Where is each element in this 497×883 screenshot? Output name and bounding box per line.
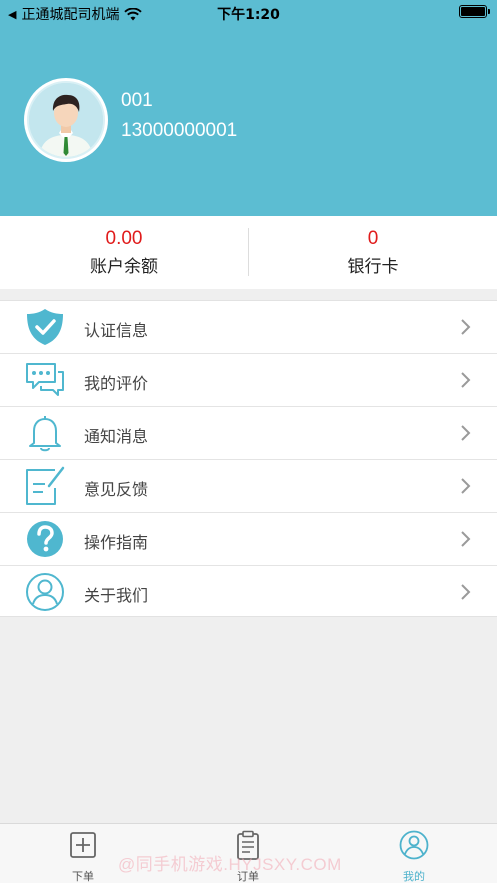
avatar[interactable] <box>24 78 108 162</box>
menu-item-certification[interactable]: 认证信息 <box>0 301 497 354</box>
menu-label: 认证信息 <box>84 321 149 340</box>
tab-label: 我的 <box>403 870 425 883</box>
menu-label: 意见反馈 <box>84 480 149 499</box>
menu-label: 我的评价 <box>84 374 149 393</box>
menu-item-notifications[interactable]: 通知消息 <box>0 407 497 460</box>
account-balance-label: 账户余额 <box>90 257 158 277</box>
tab-mine[interactable]: 我的 <box>374 830 454 883</box>
chevron-right-icon <box>461 425 471 441</box>
feedback-edit-icon <box>26 466 65 505</box>
chat-bubbles-icon <box>26 363 64 396</box>
menu-item-about-us[interactable]: 关于我们 <box>0 566 497 619</box>
avatar-person-icon <box>29 83 103 157</box>
user-name: 001 <box>121 90 153 111</box>
account-stats: 0.00 账户余额 0 银行卡 <box>0 216 497 289</box>
account-balance-value: 0.00 <box>105 228 143 249</box>
tab-order-create[interactable]: 下单 <box>43 830 123 883</box>
profile-header: ◀ 正通城配司机端 下午1:20 001 13000000001 <box>0 0 497 216</box>
plus-square-icon <box>70 832 96 858</box>
watermark-text: @同手机游戏.HYJSXY.COM <box>118 855 342 874</box>
tab-label: 下单 <box>72 870 94 883</box>
shield-check-icon <box>27 309 63 345</box>
chevron-right-icon <box>461 372 471 388</box>
user-phone: 13000000001 <box>121 120 238 141</box>
menu-item-feedback[interactable]: 意见反馈 <box>0 460 497 513</box>
chevron-right-icon <box>461 584 471 600</box>
menu-label: 通知消息 <box>84 427 149 446</box>
status-bar: ◀ 正通城配司机端 下午1:20 <box>0 0 497 26</box>
menu-item-guide[interactable]: 操作指南 <box>0 513 497 566</box>
menu-label: 操作指南 <box>84 533 149 552</box>
bank-card-stat[interactable]: 0 银行卡 <box>249 216 497 289</box>
question-icon <box>27 521 63 557</box>
chevron-right-icon <box>461 478 471 494</box>
settings-menu: 认证信息 我的评价 通知消息 意见反馈 操作指南 关于我们 <box>0 300 497 617</box>
chevron-right-icon <box>461 319 471 335</box>
bank-card-value: 0 <box>367 228 379 249</box>
chevron-right-icon <box>461 531 471 547</box>
menu-item-my-reviews[interactable]: 我的评价 <box>0 354 497 407</box>
user-circle-icon <box>26 573 64 611</box>
account-balance-stat[interactable]: 0.00 账户余额 <box>0 216 248 289</box>
battery-icon <box>459 5 490 18</box>
bank-card-label: 银行卡 <box>347 257 399 277</box>
bell-icon <box>29 416 61 452</box>
user-circle-icon <box>399 830 429 860</box>
status-time: 下午1:20 <box>217 7 280 23</box>
menu-label: 关于我们 <box>84 586 149 605</box>
